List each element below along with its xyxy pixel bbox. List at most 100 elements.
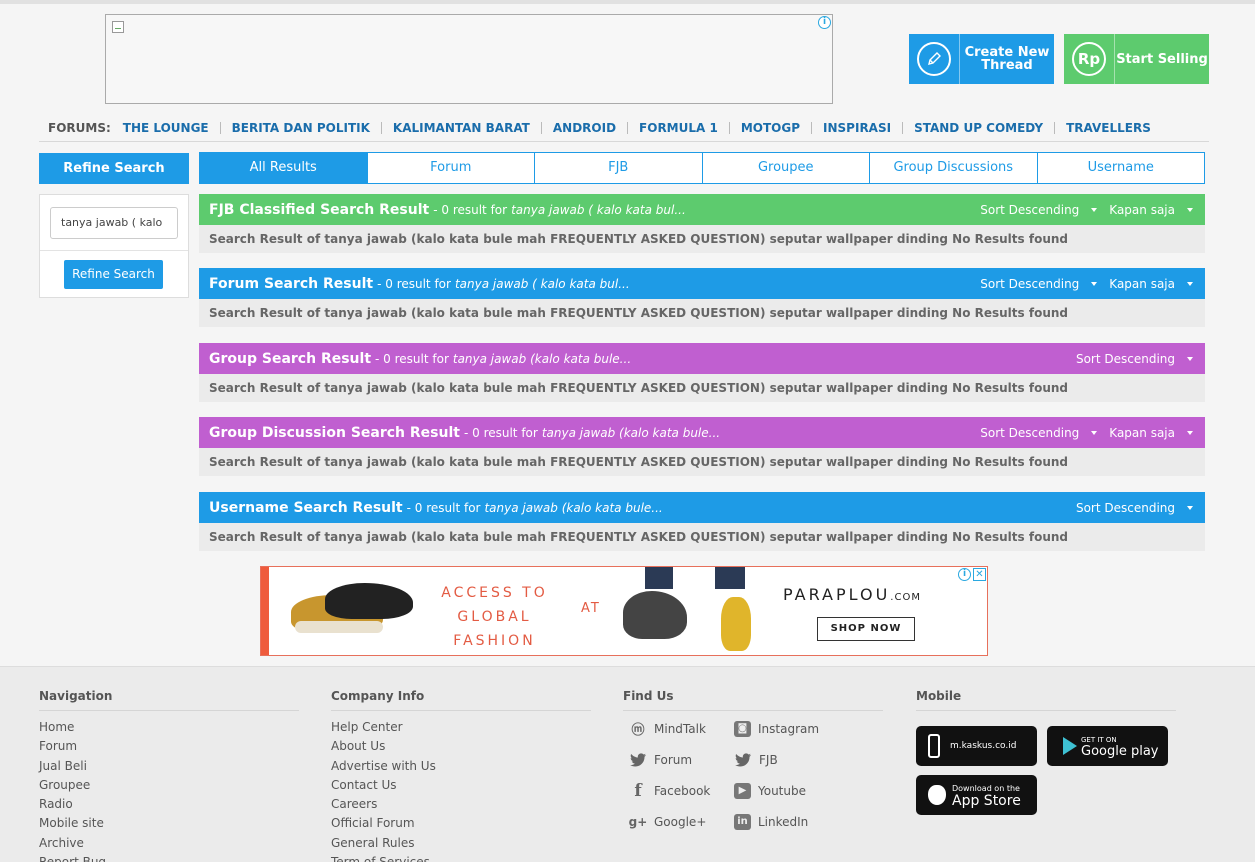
youtube-icon: ▶ <box>734 782 751 799</box>
ad-brand: PARAPLOU.COM <box>783 585 921 604</box>
forum-link-inspirasi[interactable]: INSPIRASI <box>811 121 902 134</box>
footer-link-advertise[interactable]: Advertise with Us <box>331 757 591 776</box>
footer-link-official-forum[interactable]: Official Forum <box>331 814 591 833</box>
pencil-icon <box>909 34 960 84</box>
twitter-icon <box>734 751 752 769</box>
footer-link-forum[interactable]: Forum <box>39 737 299 756</box>
group-result-header: Group Search Result - 0 result for tanya… <box>199 343 1205 374</box>
forum-result-header: Forum Search Result - 0 result for tanya… <box>199 268 1205 299</box>
sort-dropdown[interactable]: Sort Descending <box>1076 501 1193 515</box>
footer-link-term-of-services[interactable]: Term of Services <box>331 853 591 862</box>
footer-link-groupee[interactable]: Groupee <box>39 776 299 795</box>
caret-down-icon <box>1091 281 1098 286</box>
forum-link-formula-1[interactable]: FORMULA 1 <box>627 121 729 134</box>
find-us-instagram[interactable]: ◙ Instagram <box>728 718 838 739</box>
footer-company-info: Company Info Help Center About Us Advert… <box>331 689 591 862</box>
footer-link-jual-beli[interactable]: Jual Beli <box>39 757 299 776</box>
footer-link-general-rules[interactable]: General Rules <box>331 834 591 853</box>
time-dropdown[interactable]: Kapan saja <box>1109 203 1193 217</box>
app-store-button[interactable]: Download on the App Store <box>916 775 1037 815</box>
sort-dropdown[interactable]: Sort Descending <box>980 203 1098 217</box>
footer-link-home[interactable]: Home <box>39 718 299 737</box>
find-us-twitter-fjb[interactable]: FJB <box>728 749 838 770</box>
find-us-linkedin[interactable]: in LinkedIn <box>728 811 838 832</box>
forum-link-travellers[interactable]: TRAVELLERS <box>1054 121 1162 134</box>
section-title: Group Search Result <box>209 350 372 367</box>
sort-label: Sort Descending <box>1075 500 1175 515</box>
ad-tagline: ACCESS TO GLOBAL FASHION <box>441 585 548 649</box>
caret-down-icon <box>1187 281 1193 286</box>
apple-icon <box>928 785 946 805</box>
group-discussion-result-header: Group Discussion Search Result - 0 resul… <box>199 417 1205 448</box>
footer-link-help-center[interactable]: Help Center <box>331 718 591 737</box>
find-us-twitter-forum[interactable]: Forum <box>623 749 728 770</box>
forum-link-stand-up-comedy[interactable]: STAND UP COMEDY <box>902 121 1054 134</box>
tab-all-results[interactable]: All Results <box>200 153 367 183</box>
footer-link-about-us[interactable]: About Us <box>331 737 591 756</box>
shop-now-button[interactable]: SHOP NOW <box>817 617 915 641</box>
mobile-site-button[interactable]: m.kaskus.co.id <box>916 726 1037 766</box>
time-label: Kapan saja <box>1109 425 1175 440</box>
section-title: Group Discussion Search Result <box>209 424 460 441</box>
forum-link-the-lounge[interactable]: THE LOUNGE <box>123 122 220 134</box>
footer-link-mobile-site[interactable]: Mobile site <box>39 814 299 833</box>
start-selling-label: Start Selling <box>1116 51 1208 67</box>
group-discussion-result-body: Search Result of tanya jawab (kalo kata … <box>199 448 1205 476</box>
close-icon[interactable]: ✕ <box>973 568 986 581</box>
sort-dropdown[interactable]: Sort Descending <box>980 425 1098 440</box>
caret-down-icon <box>1187 505 1193 510</box>
footer-link-radio[interactable]: Radio <box>39 795 299 814</box>
google-play-big-label: Google play <box>1081 744 1159 759</box>
tab-forum[interactable]: Forum <box>366 153 535 183</box>
sort-dropdown[interactable]: Sort Descending <box>1076 352 1193 366</box>
google-plus-icon: g+ <box>628 814 648 829</box>
sort-label: Sort Descending <box>980 425 1080 440</box>
result-query: tanya jawab (kalo kata bule... <box>452 351 632 366</box>
sort-label: Sort Descending <box>1075 351 1175 366</box>
forums-bar: FORUMS: THE LOUNGE BERITA DAN POLITIK KA… <box>39 114 1209 142</box>
start-selling-button[interactable]: Rp Start Selling <box>1064 34 1209 84</box>
footer-link-archive[interactable]: Archive <box>39 834 299 853</box>
refine-search-button[interactable]: Refine Search <box>64 260 163 289</box>
footer-link-report-bug[interactable]: Report Bug <box>39 853 299 862</box>
fashion-ad-banner[interactable]: ACCESS TO GLOBAL FASHION AT PARAPLOU.COM S… <box>260 566 988 656</box>
phone-icon <box>928 734 940 758</box>
linkedin-icon: in <box>734 813 751 830</box>
refine-search-input[interactable]: tanya jawab ( kalo <box>50 207 178 239</box>
forum-link-berita-dan-politik[interactable]: BERITA DAN POLITIK <box>219 121 381 134</box>
time-dropdown[interactable]: Kapan saja <box>1109 277 1193 291</box>
tab-username[interactable]: Username <box>1036 153 1205 183</box>
find-us-google-plus[interactable]: g+ Google+ <box>623 811 728 832</box>
footer-link-contact-us[interactable]: Contact Us <box>331 776 591 795</box>
refine-search-panel: tanya jawab ( kalo Refine Search <box>39 194 189 298</box>
facebook-icon: f <box>634 780 642 801</box>
forum-link-motogp[interactable]: MOTOGP <box>728 121 811 134</box>
twitter-icon <box>629 751 647 769</box>
ad-at-text: AT <box>581 601 601 616</box>
google-play-button[interactable]: GET IT ON Google play <box>1047 726 1168 766</box>
top-ad-banner[interactable]: i <box>105 14 833 104</box>
ad-info-icon[interactable]: i <box>958 568 971 581</box>
app-store-big-label: App Store <box>952 793 1021 809</box>
find-us-mindtalk[interactable]: ⓜ MindTalk <box>623 718 728 739</box>
tab-group-discussions[interactable]: Group Discussions <box>869 153 1037 183</box>
create-new-thread-button[interactable]: Create New Thread <box>909 34 1054 84</box>
forum-link-kalimantan-barat[interactable]: KALIMANTAN BARAT <box>380 121 541 134</box>
result-query: tanya jawab (kalo kata bule... <box>484 500 663 515</box>
tab-fjb[interactable]: FJB <box>534 153 702 183</box>
instagram-icon: ◙ <box>734 720 751 737</box>
sort-dropdown[interactable]: Sort Descending <box>980 277 1098 291</box>
result-count: - 0 result for <box>375 351 449 366</box>
find-us-youtube[interactable]: ▶ Youtube <box>728 780 838 801</box>
ad-info-icon[interactable]: i <box>818 16 831 29</box>
time-label: Kapan saja <box>1109 202 1175 217</box>
time-dropdown[interactable]: Kapan saja <box>1109 426 1193 440</box>
tab-groupee[interactable]: Groupee <box>701 153 870 183</box>
caret-down-icon <box>1091 430 1098 435</box>
footer-navigation: Navigation Home Forum Jual Beli Groupee … <box>39 689 299 862</box>
forum-link-android[interactable]: ANDROID <box>540 121 627 134</box>
mobile-site-label: m.kaskus.co.id <box>950 741 1017 751</box>
find-us-facebook[interactable]: f Facebook <box>623 780 728 801</box>
caret-down-icon <box>1091 207 1098 212</box>
footer-link-careers[interactable]: Careers <box>331 795 591 814</box>
